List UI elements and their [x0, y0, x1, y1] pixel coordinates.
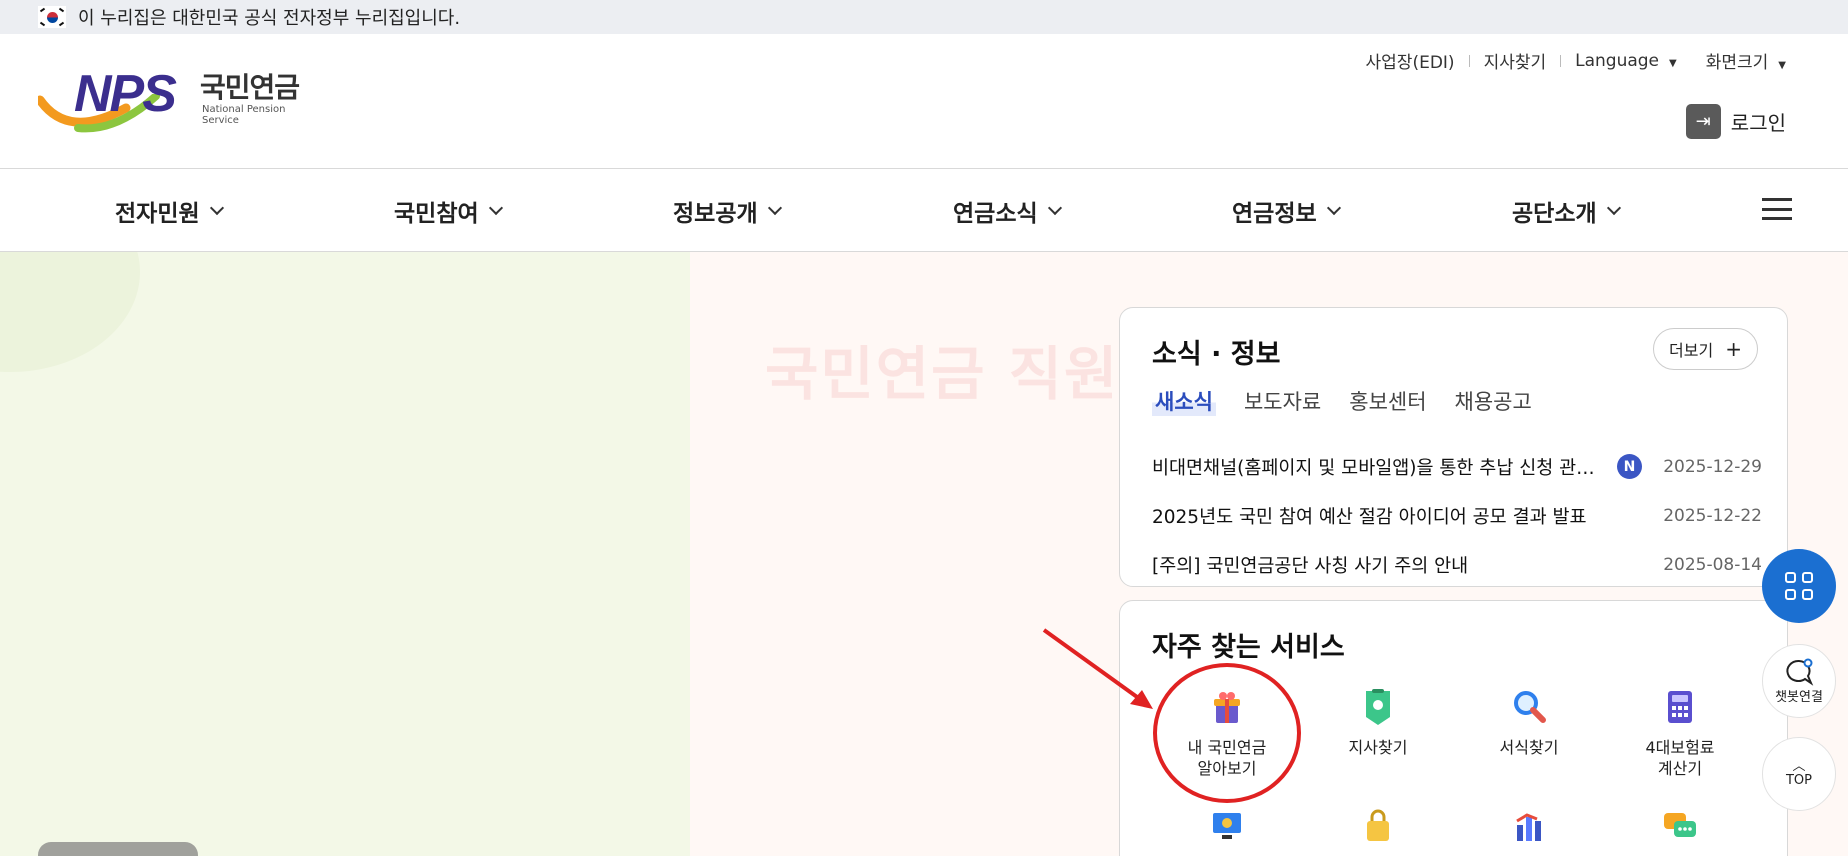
list-item[interactable]: [주의] 국민연금공단 사칭 사기 주의 안내 2025-08-14: [1152, 540, 1762, 589]
util-link-branch[interactable]: 지사찾기: [1484, 48, 1547, 73]
hero-left-panel: [0, 252, 690, 856]
hero-watermark: 국민연금 직원: [765, 340, 1120, 408]
language-select[interactable]: Language ▼: [1575, 51, 1677, 71]
gov-banner: 이 누리집은 대한민국 공식 전자정부 누리집입니다.: [0, 0, 1848, 34]
nps-logo[interactable]: NPS 국민연금 National Pension Service: [38, 64, 318, 136]
new-badge: N: [1617, 454, 1642, 479]
chevron-down-icon: [767, 200, 782, 216]
korea-flag-icon: [38, 6, 66, 28]
hamburger-menu-icon[interactable]: [1762, 198, 1792, 220]
divider: [1560, 54, 1562, 67]
chatbot-button[interactable]: 챗봇연결: [1762, 644, 1836, 718]
news-item-date: 2025-12-22: [1663, 505, 1762, 526]
news-item-date: 2025-08-14: [1663, 554, 1762, 575]
service-find-branch[interactable]: 지사찾기: [1303, 687, 1453, 758]
login-button[interactable]: ⇥ 로그인: [1685, 104, 1786, 139]
calculator-icon: [1660, 687, 1700, 727]
tab-recruit[interactable]: 채용공고: [1455, 386, 1532, 416]
util-link-edi[interactable]: 사업장(EDI): [1366, 48, 1455, 73]
chevron-down-icon: [1326, 200, 1341, 216]
chevron-down-icon: [488, 200, 503, 216]
nav-label: 연금소식: [953, 201, 1038, 227]
service-label: 4대보험료: [1645, 738, 1715, 757]
nav-label: 정보공개: [673, 201, 758, 227]
service-lock[interactable]: [1303, 807, 1453, 856]
top-button[interactable]: ︿ TOP: [1762, 737, 1836, 811]
service-label: 서식찾기: [1499, 738, 1559, 757]
logo-name-en: National Pension Service: [202, 104, 286, 126]
site-header: NPS 국민연금 National Pension Service 사업장(ED…: [0, 34, 1848, 169]
language-label: Language: [1575, 50, 1660, 71]
caret-down-icon: ▼: [1778, 60, 1786, 71]
top-label: TOP: [1785, 772, 1812, 788]
login-label: 로그인: [1730, 111, 1786, 135]
chevron-down-icon: [1606, 200, 1621, 216]
news-card: 소식 · 정보 더보기 + 새소식 보도자료 홍보센터 채용공고 비대면채널(홈페…: [1119, 307, 1788, 587]
nav-item-news[interactable]: 연금소식: [953, 194, 1062, 228]
nav-item-pension-info[interactable]: 연금정보: [1232, 194, 1341, 228]
nav-item-disclosure[interactable]: 정보공개: [673, 194, 782, 228]
chevron-down-icon: [209, 200, 224, 216]
nav-item-e-civil[interactable]: 전자민원: [115, 194, 224, 228]
more-label: 더보기: [1669, 341, 1714, 360]
lock-icon: [1358, 807, 1398, 847]
service-chat[interactable]: [1605, 807, 1755, 856]
chevron-down-icon: [1047, 200, 1062, 216]
quick-menu-button[interactable]: [1762, 549, 1836, 623]
nav-label: 국민참여: [394, 201, 479, 227]
chevron-up-icon: ︿: [1792, 758, 1806, 774]
news-item-title: 비대면채널(홈페이지 및 모바일앱)을 통한 추납 신청 관련 안내: [1152, 457, 1601, 479]
service-insurance-calc[interactable]: 4대보험료 계산기: [1605, 687, 1755, 779]
slide-indicator[interactable]: [38, 842, 198, 856]
nav-item-participation[interactable]: 국민참여: [394, 194, 503, 228]
news-tabs: 새소식 보도자료 홍보센터 채용공고: [1152, 386, 1560, 416]
gov-banner-text[interactable]: 이 누리집은 대한민국 공식 전자정부 누리집입니다.: [78, 4, 460, 30]
service-chart[interactable]: [1454, 807, 1604, 856]
nav-item-about[interactable]: 공단소개: [1512, 194, 1621, 228]
caret-down-icon: ▼: [1669, 57, 1677, 69]
tab-promo[interactable]: 홍보센터: [1349, 386, 1426, 416]
magnifier-icon: [1509, 687, 1549, 727]
logo-mark: NPS: [74, 65, 177, 123]
list-item[interactable]: 2025년도 국민 참여 예산 절감 아이디어 공모 결과 발표 2025-12…: [1152, 491, 1762, 540]
login-icon: ⇥: [1685, 104, 1721, 139]
nav-label: 공단소개: [1512, 201, 1597, 227]
news-title: 소식 · 정보: [1152, 339, 1281, 370]
plus-icon: +: [1725, 337, 1742, 361]
nav-label: 전자민원: [115, 201, 200, 227]
more-button[interactable]: 더보기 +: [1653, 328, 1758, 370]
service-monitor[interactable]: [1152, 807, 1302, 856]
chat-bubble-icon: [1786, 658, 1814, 686]
news-list: 비대면채널(홈페이지 및 모바일앱)을 통한 추납 신청 관련 안내 N 202…: [1152, 442, 1762, 589]
nav-label: 연금정보: [1232, 201, 1317, 227]
chatbot-label: 챗봇연결: [1775, 689, 1823, 705]
services-title: 자주 찾는 서비스: [1152, 632, 1345, 663]
tab-press[interactable]: 보도자료: [1244, 386, 1321, 416]
monitor-icon: [1207, 807, 1247, 847]
annotation-circle: [1153, 663, 1301, 803]
grid-icon: [1785, 572, 1813, 600]
news-item-title: [주의] 국민연금공단 사칭 사기 주의 안내: [1152, 555, 1469, 577]
list-item[interactable]: 비대면채널(홈페이지 및 모바일앱)을 통한 추납 신청 관련 안내 N 202…: [1152, 442, 1762, 491]
utility-links: 사업장(EDI) 지사찾기 Language ▼ 화면크기 ▼: [1366, 48, 1786, 74]
logo-name-ko: 국민연금: [200, 71, 300, 104]
main-nav: 전자민원 국민참여 정보공개 연금소식 연금정보 공단소개: [0, 170, 1848, 252]
tab-news[interactable]: 새소식: [1152, 386, 1216, 416]
chat-bubbles-icon: [1660, 807, 1700, 847]
screen-size-select[interactable]: 화면크기 ▼: [1706, 48, 1786, 73]
service-find-forms[interactable]: 서식찾기: [1454, 687, 1604, 758]
service-label: 계산기: [1657, 759, 1703, 778]
news-item-title: 2025년도 국민 참여 예산 절감 아이디어 공모 결과 발표: [1152, 506, 1587, 528]
service-label: 지사찾기: [1348, 738, 1408, 757]
screen-size-label: 화면크기: [1705, 53, 1769, 73]
news-item-date: 2025-12-29: [1663, 456, 1762, 477]
divider: [1468, 54, 1470, 67]
bar-chart-icon: [1509, 807, 1549, 847]
map-pin-icon: [1358, 687, 1398, 727]
annotation-arrow-icon: [1042, 628, 1153, 709]
